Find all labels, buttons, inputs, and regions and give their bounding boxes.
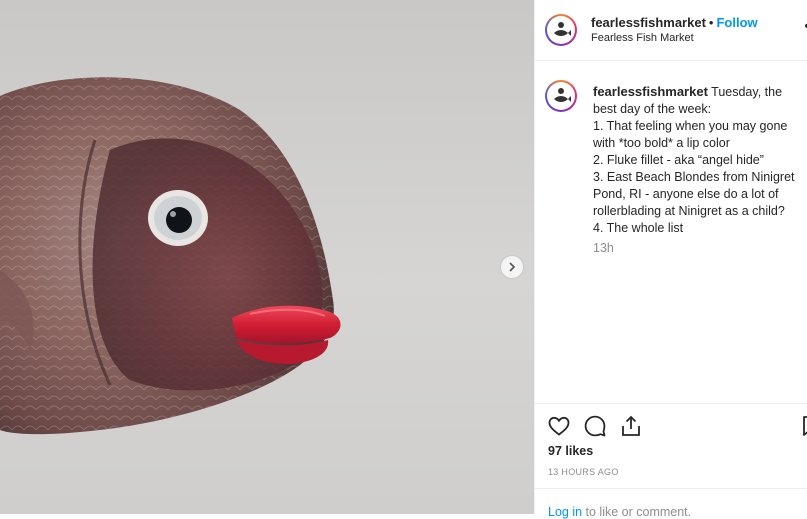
caption-avatar[interactable]	[545, 80, 577, 112]
header-username[interactable]: fearlessfishmarket	[591, 15, 706, 30]
follow-button[interactable]: Follow	[716, 15, 757, 30]
caption-username[interactable]: fearlessfishmarket	[593, 84, 708, 99]
likes-count[interactable]: 97 likes	[548, 444, 593, 458]
avatar[interactable]	[545, 14, 577, 46]
post-timestamp: 13 HOURS AGO	[548, 467, 619, 477]
caption-line: 4. The whole list	[593, 221, 684, 235]
caption-timestamp: 13h	[593, 241, 614, 255]
comment-button[interactable]	[583, 414, 607, 438]
post-caption: fearlessfishmarket Tuesday, the best day…	[593, 83, 801, 237]
next-image-button[interactable]	[501, 256, 523, 278]
post-side-panel: fearlessfishmarket • Follow Fearless Fish …	[535, 0, 807, 519]
save-button[interactable]	[799, 414, 807, 438]
caption-line: 2. Fluke fillet - aka “angel hide”	[593, 153, 764, 167]
share-icon	[622, 415, 640, 436]
heart-icon	[548, 416, 570, 436]
comment-icon	[584, 415, 606, 437]
fish-logo-icon	[554, 88, 571, 102]
caption-line: 1. That feeling when you may gone with *…	[593, 119, 788, 150]
like-button[interactable]	[547, 414, 571, 438]
location-link[interactable]: Fearless Fish Market	[591, 32, 694, 44]
login-rest-text: to like or comment.	[582, 505, 692, 519]
fish-logo-icon	[554, 22, 571, 36]
post-image[interactable]	[0, 0, 534, 514]
login-prompt: Log in to like or comment.	[548, 505, 691, 519]
chevron-right-icon	[509, 262, 516, 272]
login-divider	[535, 488, 807, 489]
actions-divider	[535, 403, 807, 404]
separator-dot: •	[708, 15, 714, 30]
login-link[interactable]: Log in	[548, 505, 582, 519]
header-user-line: fearlessfishmarket • Follow	[591, 15, 758, 30]
share-button[interactable]	[619, 414, 643, 438]
bookmark-icon	[803, 416, 807, 436]
caption-line: 3. East Beach Blondes from Ninigret Pond…	[593, 170, 795, 218]
post-header: fearlessfishmarket • Follow Fearless Fish …	[535, 0, 807, 61]
fish-photo	[0, 77, 341, 435]
